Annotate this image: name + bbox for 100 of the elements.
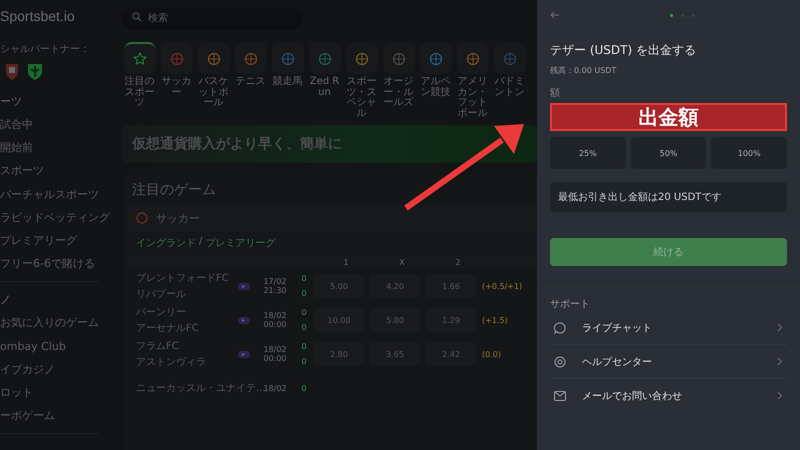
handicap-text: (+1.5): [482, 316, 508, 324]
team-name[interactable]: バーンリー: [136, 305, 186, 319]
match-date: 17/02: [263, 277, 287, 286]
sport-tile[interactable]: [346, 42, 378, 74]
odds-button[interactable]: 2.42: [426, 342, 476, 366]
sidebar-item[interactable]: お気に入りのゲーム: [0, 311, 110, 334]
help-icon: [554, 356, 566, 368]
support-label: ヘルプセンター: [582, 356, 653, 368]
sport-tile[interactable]: [124, 42, 156, 74]
mail-icon: [554, 390, 566, 400]
sport-label: スポーツ・スペシャル: [346, 77, 378, 119]
sidebar-item[interactable]: イブカジノ: [0, 358, 110, 381]
support-label: ライブチャット: [582, 322, 653, 334]
support-label: メールでお問い合わせ: [582, 390, 683, 402]
team-name[interactable]: フラムFC: [136, 339, 179, 353]
column-header: 2: [454, 258, 462, 266]
sport-tile[interactable]: [420, 42, 452, 74]
sport-label: サッカー: [160, 77, 192, 98]
sport-tile[interactable]: [382, 42, 414, 74]
odds-button[interactable]: 5.80: [370, 308, 420, 332]
team-name[interactable]: ニューカッスル・ユナイテ...: [136, 381, 266, 395]
sidebar-item[interactable]: ombay Club: [0, 334, 110, 358]
notice-text: 最低お引き出し金額は20 USDTです: [550, 182, 787, 212]
sport-tile[interactable]: [494, 42, 526, 74]
sidebar-item[interactable]: 試合中: [0, 113, 110, 136]
annotation-box: 出金額: [550, 103, 787, 131]
sport-label: Zed Run: [308, 77, 340, 98]
handicap-text: (+0.5/+1): [482, 282, 522, 290]
odds-button[interactable]: 1.29: [426, 308, 476, 332]
odds-button[interactable]: 2.80: [314, 342, 364, 366]
sidebar-item[interactable]: ロット: [0, 380, 110, 404]
balance-text: 残高：0.00 USDT: [550, 65, 618, 76]
sport-label: アメリカン・フットボール: [456, 77, 488, 119]
percent-button[interactable]: 100%: [711, 137, 788, 169]
crest-icon: [4, 62, 20, 80]
match-date: 18/02: [263, 345, 287, 354]
sidebar-item[interactable]: ーボゲーム: [0, 404, 110, 428]
odds-button[interactable]: 3.65: [370, 342, 420, 366]
score: 0: [301, 289, 307, 298]
percent-button[interactable]: 25%: [550, 137, 626, 169]
odds-button[interactable]: 1.66: [426, 274, 476, 298]
support-item[interactable]: ライブチャット: [550, 311, 787, 345]
sidebar-item[interactable]: プレミアリーグ: [0, 228, 110, 252]
score: 0: [301, 274, 307, 283]
sport-tile[interactable]: [198, 42, 230, 74]
chat-icon: [554, 322, 566, 334]
column-header: X: [398, 258, 406, 266]
team-name[interactable]: アストンヴィラ: [136, 355, 206, 369]
breadcrumb-separator: /: [199, 236, 202, 249]
back-arrow-icon[interactable]: [550, 11, 560, 19]
score: 0: [301, 357, 307, 366]
score: 0: [301, 384, 307, 392]
stream-icon: [238, 282, 250, 290]
percent-button[interactable]: 50%: [630, 137, 706, 169]
panel-title: テザー (USDT) を出金する: [550, 42, 697, 59]
support-item[interactable]: ヘルプセンター: [550, 345, 787, 379]
sport-tile[interactable]: [160, 42, 192, 74]
section-heading: 注目のゲーム: [132, 181, 217, 199]
sport-label: バドミントン: [494, 77, 526, 98]
match-date: 18/02: [263, 311, 287, 320]
match-time: 00:00: [263, 320, 287, 329]
sport-label: 競走馬: [272, 77, 304, 88]
team-name[interactable]: ブレントフォードFC: [136, 271, 229, 285]
odds-button[interactable]: 10.00: [314, 308, 364, 332]
breadcrumb-link[interactable]: イングランド: [136, 236, 196, 250]
score: 0: [301, 323, 307, 332]
score: 0: [301, 308, 307, 317]
column-header: 1: [342, 258, 350, 266]
field-label: 額: [550, 86, 561, 100]
match-time: 00:00: [263, 354, 287, 363]
team-name[interactable]: リバプール: [136, 287, 186, 301]
partner-label: シャルパートナー：: [0, 43, 91, 56]
support-heading: サポート: [550, 298, 591, 311]
odds-button[interactable]: 4.20: [370, 274, 420, 298]
search-field[interactable]: 検索: [122, 8, 302, 30]
sidebar-item[interactable]: バーチャルスポーツ: [0, 182, 110, 206]
odds-button[interactable]: 5.00: [314, 274, 364, 298]
team-name[interactable]: アーセナルFC: [136, 321, 199, 335]
sidebar-item[interactable]: 開始前: [0, 136, 110, 160]
sport-tile[interactable]: [308, 42, 340, 74]
sport-tile[interactable]: [456, 42, 488, 74]
sidebar-item[interactable]: スポーツ: [0, 159, 110, 183]
sport-tile[interactable]: [234, 42, 266, 74]
sport-name: サッカー: [156, 210, 200, 226]
match-time: 21:30: [263, 286, 287, 295]
sidebar-item[interactable]: ラピッドベッティング: [0, 206, 110, 229]
sidebar-item[interactable]: フリー6-6で賭ける: [0, 252, 110, 276]
chevron-right-icon: [777, 391, 783, 400]
site-logo[interactable]: Sportsbet.io: [0, 8, 110, 24]
chevron-right-icon: [777, 357, 783, 366]
stream-icon: [238, 316, 250, 324]
section-title: ノ: [0, 292, 12, 308]
ball-icon: [136, 212, 148, 224]
sport-label: テニス: [234, 77, 266, 88]
sport-tile[interactable]: [272, 42, 304, 74]
sport-label: 注目のスポーツ: [124, 77, 156, 108]
score: 0: [301, 342, 307, 351]
breadcrumb-link[interactable]: プレミアリーグ: [205, 236, 276, 250]
support-item[interactable]: メールでお問い合わせ: [550, 379, 787, 412]
sport-label: アルペン競技: [420, 77, 452, 98]
